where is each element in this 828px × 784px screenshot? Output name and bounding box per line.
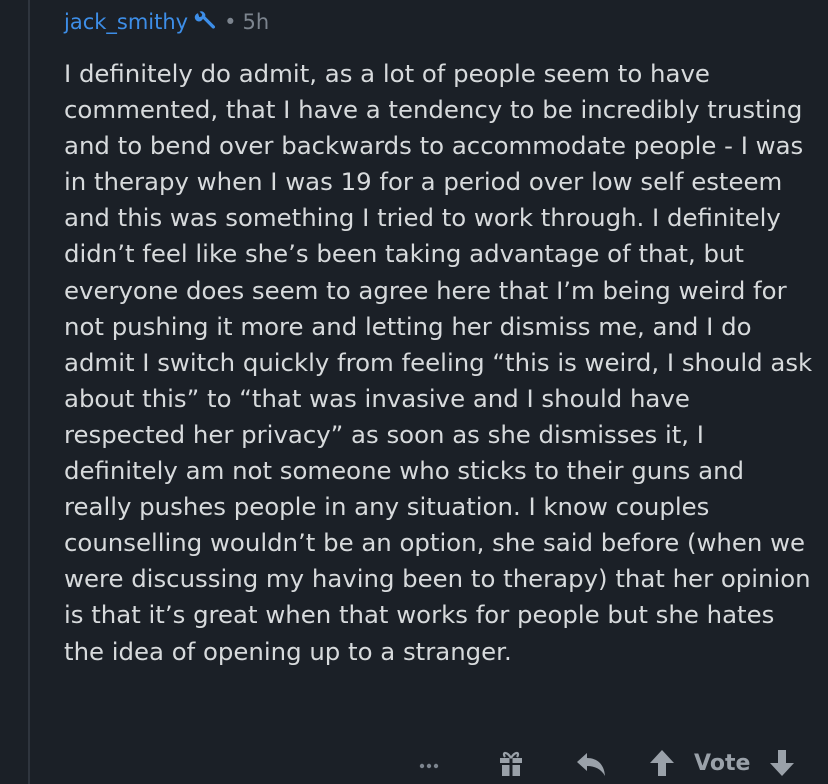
timestamp: 5h bbox=[242, 10, 270, 34]
meta-separator: • bbox=[224, 10, 237, 34]
comment-actions: Vote bbox=[0, 746, 828, 784]
vote-label: Vote bbox=[694, 751, 751, 776]
reply-arrow-icon[interactable] bbox=[574, 750, 608, 780]
wrench-icon bbox=[194, 10, 218, 34]
comment-body: I definitely do admit, as a lot of peopl… bbox=[64, 59, 813, 666]
downvote-arrow-icon[interactable] bbox=[768, 748, 796, 778]
comment: jack_smithy • 5h I definitely do admit, … bbox=[64, 4, 816, 670]
comment-meta: jack_smithy • 5h bbox=[64, 4, 816, 40]
more-options-icon[interactable] bbox=[414, 750, 444, 780]
username-link[interactable]: jack_smithy bbox=[64, 10, 188, 34]
thread-line[interactable] bbox=[28, 0, 30, 784]
upvote-arrow-icon[interactable] bbox=[648, 748, 676, 778]
gift-award-icon[interactable] bbox=[496, 748, 526, 778]
